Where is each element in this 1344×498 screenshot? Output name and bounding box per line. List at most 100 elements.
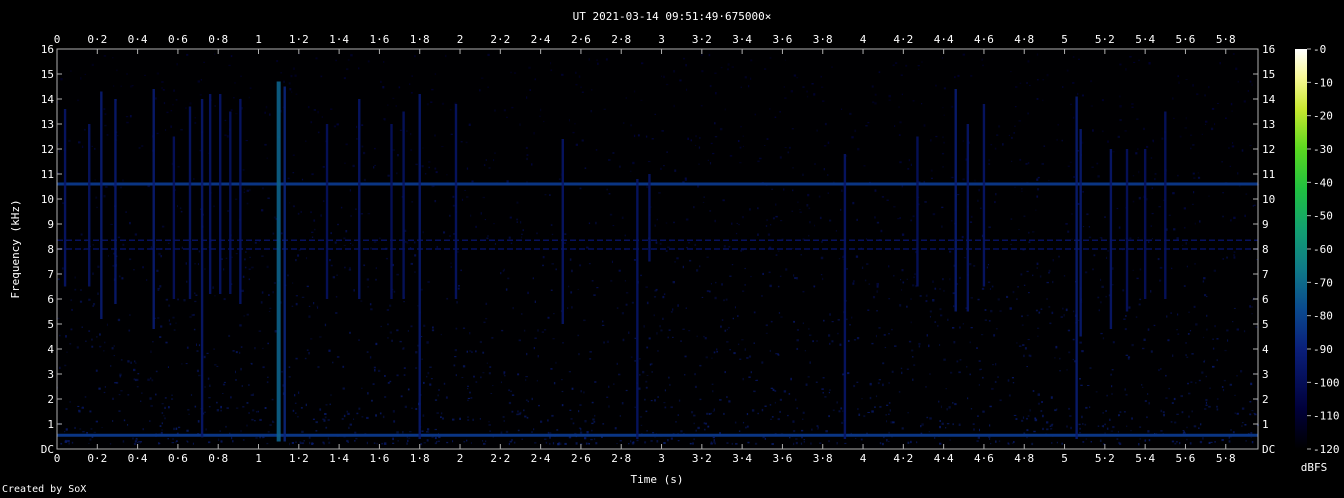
y-tick-label-left: 2 bbox=[47, 393, 54, 406]
x-tick-label-top: 0 bbox=[54, 33, 61, 46]
x-tick-label-top: 4·4 bbox=[934, 33, 954, 46]
y-tick-label-left: 12 bbox=[41, 143, 54, 156]
x-tick-label-bottom: 1·8 bbox=[410, 452, 430, 465]
y-tick-label-right: 1 bbox=[1262, 418, 1269, 431]
x-tick-label-top: 1·6 bbox=[369, 33, 389, 46]
y-tick-label-right: 3 bbox=[1262, 368, 1269, 381]
x-tick-label-bottom: 3 bbox=[658, 452, 665, 465]
x-tick-label-bottom: 3·8 bbox=[813, 452, 833, 465]
colorbar-label: dBFS bbox=[1301, 461, 1328, 474]
x-tick-label-bottom: 1·2 bbox=[289, 452, 309, 465]
colorbar-tick-label: -50 bbox=[1313, 210, 1333, 223]
colorbar-tick-label: -30 bbox=[1313, 143, 1333, 156]
y-tick-label-left: 3 bbox=[47, 368, 54, 381]
colorbar-tick-label: -70 bbox=[1313, 276, 1333, 289]
y-axis-label: Frequency (kHz) bbox=[9, 199, 22, 298]
chart-title: UT 2021-03-14 09:51:49·675000× bbox=[573, 10, 772, 23]
y-tick-label-right: 12 bbox=[1262, 143, 1275, 156]
colorbar-tick-label: -110 bbox=[1313, 410, 1340, 423]
y-tick-label-left: 11 bbox=[41, 168, 54, 181]
x-tick-label-bottom: 3·6 bbox=[772, 452, 792, 465]
y-tick-label-left: 5 bbox=[47, 318, 54, 331]
y-tick-label-right: 10 bbox=[1262, 193, 1275, 206]
x-tick-label-top: 1·8 bbox=[410, 33, 430, 46]
colorbar-gradient bbox=[1295, 49, 1307, 449]
y-tick-label-right: 11 bbox=[1262, 168, 1275, 181]
y-tick-label-left: 13 bbox=[41, 118, 54, 131]
x-tick-label-top: 4·8 bbox=[1014, 33, 1034, 46]
x-tick-label-bottom: 2 bbox=[457, 452, 464, 465]
x-tick-label-top: 2·6 bbox=[571, 33, 591, 46]
x-tick-label-top: 5 bbox=[1061, 33, 1068, 46]
x-tick-label-bottom: 2·2 bbox=[490, 452, 510, 465]
y-tick-label-left: DC bbox=[41, 443, 54, 456]
y-tick-label-left: 14 bbox=[41, 93, 55, 106]
y-tick-label-right: 6 bbox=[1262, 293, 1269, 306]
y-tick-label-right: 8 bbox=[1262, 243, 1269, 256]
x-tick-label-bottom: 0·4 bbox=[128, 452, 148, 465]
x-tick-label-bottom: 2·8 bbox=[611, 452, 631, 465]
x-tick-label-top: 3·8 bbox=[813, 33, 833, 46]
y-tick-label-right: 5 bbox=[1262, 318, 1269, 331]
credit-text: Created by SoX bbox=[2, 484, 87, 495]
y-tick-label-left: 7 bbox=[47, 268, 54, 281]
y-tick-label-left: 16 bbox=[41, 43, 54, 56]
y-tick-label-right: 4 bbox=[1262, 343, 1269, 356]
x-tick-label-bottom: 3·4 bbox=[732, 452, 752, 465]
x-tick-label-bottom: 1 bbox=[255, 452, 262, 465]
x-tick-label-bottom: 1·6 bbox=[369, 452, 389, 465]
colorbar-tick-label: -40 bbox=[1313, 176, 1333, 189]
x-tick-label-top: 1·4 bbox=[329, 33, 349, 46]
colorbar-tick-label: -90 bbox=[1313, 343, 1333, 356]
x-tick-label-bottom: 3·2 bbox=[692, 452, 712, 465]
x-tick-label-top: 3·2 bbox=[692, 33, 712, 46]
x-tick-label-top: 5·2 bbox=[1095, 33, 1115, 46]
colorbar-tick-label: -0 bbox=[1313, 43, 1326, 56]
colorbar: -0 -10 -20 -30 -40 -50 -60 -70 -80 -90 -100 -110 -12… bbox=[1295, 43, 1340, 474]
x-tick-label-bottom: 0·2 bbox=[87, 452, 107, 465]
y-tick-label-left: 1 bbox=[47, 418, 54, 431]
y-tick-label-right: 15 bbox=[1262, 68, 1275, 81]
x-tick-label-top: 0·6 bbox=[168, 33, 188, 46]
x-tick-label-top: 0·8 bbox=[208, 33, 228, 46]
x-axis-label: Time (s) bbox=[631, 473, 684, 486]
x-tick-label-top: 1 bbox=[255, 33, 262, 46]
x-tick-label-top: 2·2 bbox=[490, 33, 510, 46]
y-tick-label-right: 9 bbox=[1262, 218, 1269, 231]
x-tick-label-bottom: 4·4 bbox=[934, 452, 954, 465]
x-tick-label-top: 5·6 bbox=[1176, 33, 1196, 46]
y-tick-label-left: 10 bbox=[41, 193, 54, 206]
colorbar-tick-label: -120 bbox=[1313, 443, 1340, 456]
y-tick-label-right: 16 bbox=[1262, 43, 1275, 56]
x-tick-label-bottom: 0·6 bbox=[168, 452, 188, 465]
x-tick-label-bottom: 5·6 bbox=[1176, 452, 1196, 465]
y-tick-label-right: 13 bbox=[1262, 118, 1275, 131]
y-tick-label-left: 8 bbox=[47, 243, 54, 256]
x-tick-label-top: 2·4 bbox=[531, 33, 551, 46]
x-tick-label-bottom: 4·6 bbox=[974, 452, 994, 465]
y-tick-label-right: 2 bbox=[1262, 393, 1269, 406]
x-tick-label-bottom: 1·4 bbox=[329, 452, 349, 465]
x-tick-label-bottom: 5·2 bbox=[1095, 452, 1115, 465]
x-tick-label-bottom: 4 bbox=[860, 452, 867, 465]
x-tick-label-bottom: 0 bbox=[54, 452, 61, 465]
x-tick-label-top: 1·2 bbox=[289, 33, 309, 46]
x-tick-label-top: 3 bbox=[658, 33, 665, 46]
x-tick-label-top: 0·4 bbox=[128, 33, 148, 46]
colorbar-tick-label: -10 bbox=[1313, 76, 1333, 89]
y-tick-label-right: 14 bbox=[1262, 93, 1276, 106]
x-tick-label-bottom: 2·6 bbox=[571, 452, 591, 465]
colorbar-tick-label: -100 bbox=[1313, 376, 1340, 389]
x-tick-label-top: 3·6 bbox=[772, 33, 792, 46]
x-tick-label-top: 4 bbox=[860, 33, 867, 46]
x-tick-label-bottom: 0·8 bbox=[208, 452, 228, 465]
colorbar-tick-label: -60 bbox=[1313, 243, 1333, 256]
y-tick-label-left: 4 bbox=[47, 343, 54, 356]
x-tick-label-bottom: 5·8 bbox=[1216, 452, 1236, 465]
y-tick-label-left: 9 bbox=[47, 218, 54, 231]
plot-area bbox=[56, 48, 1260, 450]
x-tick-label-top: 4·2 bbox=[893, 33, 913, 46]
x-tick-label-bottom: 4·2 bbox=[893, 452, 913, 465]
x-tick-label-top: 3·4 bbox=[732, 33, 752, 46]
x-tick-label-top: 5·4 bbox=[1135, 33, 1155, 46]
